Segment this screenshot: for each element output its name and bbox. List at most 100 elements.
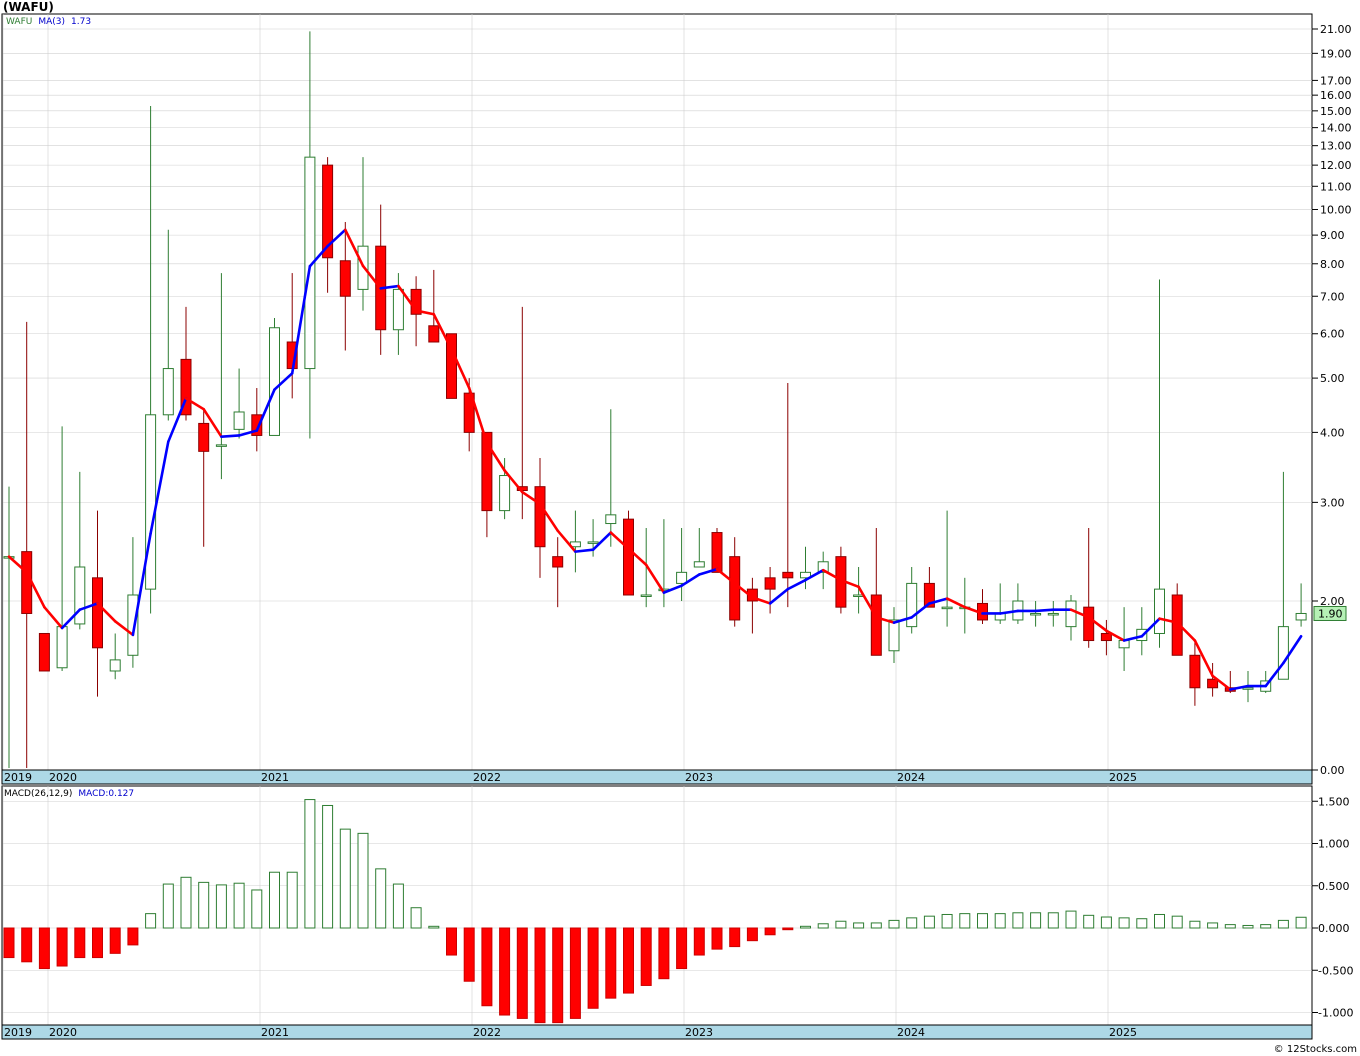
macd-xtick-label: 2020 <box>49 1026 77 1039</box>
price-tick-label: 6.00 <box>1320 328 1345 341</box>
candle-body <box>92 577 103 649</box>
candle-body <box>21 551 33 614</box>
macd-bar <box>640 927 652 986</box>
macd-bar <box>21 927 33 963</box>
candle-body <box>640 594 652 597</box>
macd-bar <box>357 832 369 929</box>
macd-bar <box>1242 924 1254 929</box>
legend-symbol: WAFU <box>6 17 32 27</box>
candle-body <box>1207 678 1219 689</box>
price-panel: 21.00 19.00 17.00 16.00 15.00 14.00 13.00 12.00… <box>1 13 1352 785</box>
macd-legend-name: MACD(26,12,9) <box>4 789 72 799</box>
price-tick-label: 16.00 <box>1320 89 1352 102</box>
macd-bar <box>92 927 103 959</box>
price-tick-label: 4.00 <box>1320 426 1345 439</box>
macd-bar <box>56 927 68 967</box>
price-tick-label: 10.00 <box>1320 203 1352 216</box>
candle-body <box>392 288 404 331</box>
macd-bar <box>339 828 351 929</box>
macd-bar <box>3 927 15 959</box>
macd-xtick-label: 2024 <box>897 1026 925 1039</box>
price-xtick-label: 2025 <box>1109 771 1137 784</box>
macd-bar <box>923 915 935 929</box>
candle-body <box>1100 632 1112 642</box>
candle-body <box>1030 612 1042 616</box>
macd-bar <box>162 883 174 929</box>
price-tick-label: 11.00 <box>1320 180 1352 193</box>
macd-bar <box>1118 917 1130 929</box>
macd-tick-label: 1.000 <box>1318 838 1350 851</box>
macd-bar <box>1154 913 1165 929</box>
candle-body <box>552 556 564 568</box>
macd-bar <box>375 868 387 929</box>
macd-tick-label: -1.000 <box>1318 1007 1353 1020</box>
candle <box>711 527 723 573</box>
macd-legend-value: MACD:0.127 <box>78 789 134 799</box>
macd-bar <box>1277 919 1289 929</box>
macd-bar <box>693 927 705 956</box>
macd-xtick-label: 2025 <box>1109 1026 1137 1039</box>
macd-bar <box>1083 914 1095 929</box>
macd-bar <box>1207 922 1219 929</box>
candle-body <box>215 444 227 447</box>
price-xtick-label: 2023 <box>685 771 713 784</box>
price-tick-label: 7.00 <box>1320 290 1345 303</box>
price-tick-label: 0.00 <box>1320 764 1345 777</box>
macd-bar <box>446 927 457 956</box>
macd-bar <box>764 927 776 936</box>
candle-body <box>711 532 723 573</box>
ma-segment <box>220 434 241 438</box>
macd-bar <box>428 925 440 929</box>
macd-bar <box>180 876 192 929</box>
macd-bar <box>959 913 971 929</box>
candle-body <box>693 561 705 568</box>
candle-body <box>38 632 50 672</box>
macd-bar <box>853 922 865 929</box>
candle-body <box>1189 654 1201 689</box>
macd-bar <box>994 913 1006 929</box>
price-tick-label: 15.00 <box>1320 105 1352 118</box>
macd-bar <box>516 927 528 1019</box>
candle-body <box>1083 606 1095 642</box>
macd-bar <box>304 799 316 929</box>
macd-bar <box>38 927 50 970</box>
macd-bar <box>870 922 882 929</box>
macd-panel: 1.500 1.000 0.500 0.000 -0.500 -1.000 2019 2020… <box>1 785 1353 1040</box>
macd-bar <box>1136 918 1148 929</box>
macd-bar <box>800 925 811 929</box>
macd-bar <box>1065 910 1077 929</box>
macd-bar <box>605 927 617 999</box>
price-frame <box>1 13 1313 785</box>
macd-bar <box>1012 912 1024 929</box>
candle-body <box>906 582 918 628</box>
chart-canvas: 21.00 19.00 17.00 16.00 15.00 14.00 13.00 12.00… <box>1 13 1353 1040</box>
macd-tick-label: 0.000 <box>1318 922 1350 935</box>
macd-bar <box>251 889 263 929</box>
macd-bar <box>109 927 121 954</box>
price-tick-label: 19.00 <box>1320 47 1352 60</box>
macd-xtick-label: 2021 <box>261 1026 289 1039</box>
macd-xtick-label: 2023 <box>685 1026 713 1039</box>
candle-body <box>428 325 440 343</box>
macd-xtick-label: 2019 <box>4 1026 32 1039</box>
macd-bar <box>74 927 86 959</box>
candle-body <box>1154 588 1165 634</box>
macd-bar <box>711 927 723 950</box>
macd-bar <box>1171 915 1183 929</box>
macd-bar <box>888 919 900 929</box>
candle-body <box>1277 626 1289 680</box>
price-tick-label: 17.00 <box>1320 74 1352 87</box>
macd-tick-label: -0.500 <box>1318 964 1353 977</box>
macd-bar <box>746 927 758 942</box>
candle-body <box>74 566 86 625</box>
macd-bar <box>127 927 139 946</box>
macd-bar <box>1295 916 1307 929</box>
macd-bar <box>1030 912 1042 929</box>
candle-body <box>233 411 245 430</box>
macd-tick-label: 0.500 <box>1318 880 1350 893</box>
macd-bar <box>233 882 245 929</box>
price-tick-label: 13.00 <box>1320 140 1352 153</box>
macd-legend: MACD(26,12,9) MACD:0.127 <box>4 789 134 799</box>
macd-bar <box>269 871 280 929</box>
price-tick-label: 9.00 <box>1320 229 1345 242</box>
